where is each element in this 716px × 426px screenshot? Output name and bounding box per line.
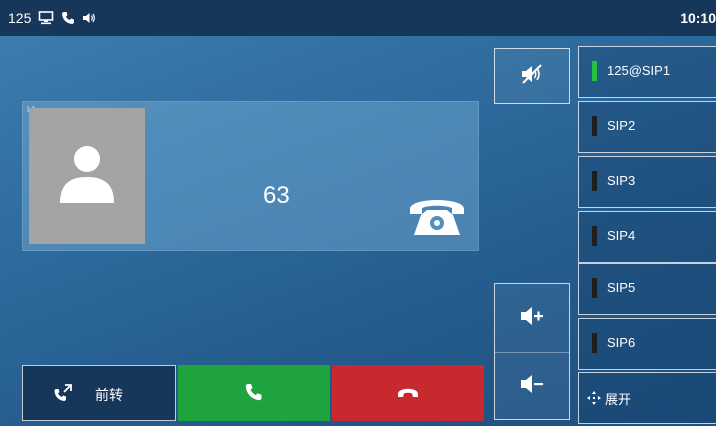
hangup-icon: [396, 385, 420, 402]
answer-icon: [244, 382, 264, 405]
call-forward-icon: [53, 383, 73, 406]
reject-button[interactable]: [332, 365, 484, 421]
caller-avatar: [29, 108, 145, 244]
line-key-3[interactable]: SIP3: [578, 156, 716, 208]
volume-control: [494, 283, 570, 420]
line-key-label: SIP4: [607, 228, 636, 243]
line-key-4[interactable]: SIP4: [578, 211, 716, 263]
expand-button[interactable]: 展开: [578, 372, 716, 424]
network-icon: [38, 11, 54, 25]
call-icon: [61, 11, 75, 25]
line-status-indicator: [592, 116, 597, 136]
mute-button[interactable]: [494, 48, 570, 104]
account-label: 125: [8, 10, 32, 26]
line-key-1[interactable]: 125@SIP1: [578, 46, 716, 98]
caller-number: 63: [263, 182, 290, 209]
line-status-indicator: [592, 171, 597, 191]
speaker-mute-icon: [520, 63, 544, 90]
line-status-indicator: [592, 226, 597, 246]
status-left: 125: [8, 0, 96, 36]
volume-up-button[interactable]: [495, 284, 569, 353]
line-key-label: SIP6: [607, 335, 636, 350]
forward-label: 前转: [95, 387, 123, 403]
person-icon: [57, 143, 117, 210]
forward-button[interactable]: 前转: [22, 365, 176, 421]
clock: 10:10: [680, 10, 716, 26]
incoming-call-card: L1 63: [22, 101, 479, 251]
line-key-2[interactable]: SIP2: [578, 101, 716, 153]
line-key-label: 125@SIP1: [607, 63, 671, 78]
volume-down-button[interactable]: [495, 352, 569, 420]
line-key-label: SIP3: [607, 173, 636, 188]
status-bar: 125 10:10: [0, 0, 716, 36]
line-status-indicator: [592, 333, 597, 353]
line-key-5[interactable]: SIP5: [578, 263, 716, 315]
ringing-phone-icon: [407, 191, 467, 244]
volume-down-icon: [519, 373, 545, 400]
handsfree-icon: [82, 11, 96, 25]
expand-label: 展开: [605, 392, 632, 407]
line-status-indicator: [592, 278, 597, 298]
line-key-label: SIP2: [607, 118, 636, 133]
answer-button[interactable]: [178, 365, 330, 421]
line-key-label: SIP5: [607, 280, 636, 295]
expand-icon: [586, 390, 602, 409]
line-key-6[interactable]: SIP6: [578, 318, 716, 370]
volume-up-icon: [519, 305, 545, 332]
line-status-indicator: [592, 61, 597, 81]
